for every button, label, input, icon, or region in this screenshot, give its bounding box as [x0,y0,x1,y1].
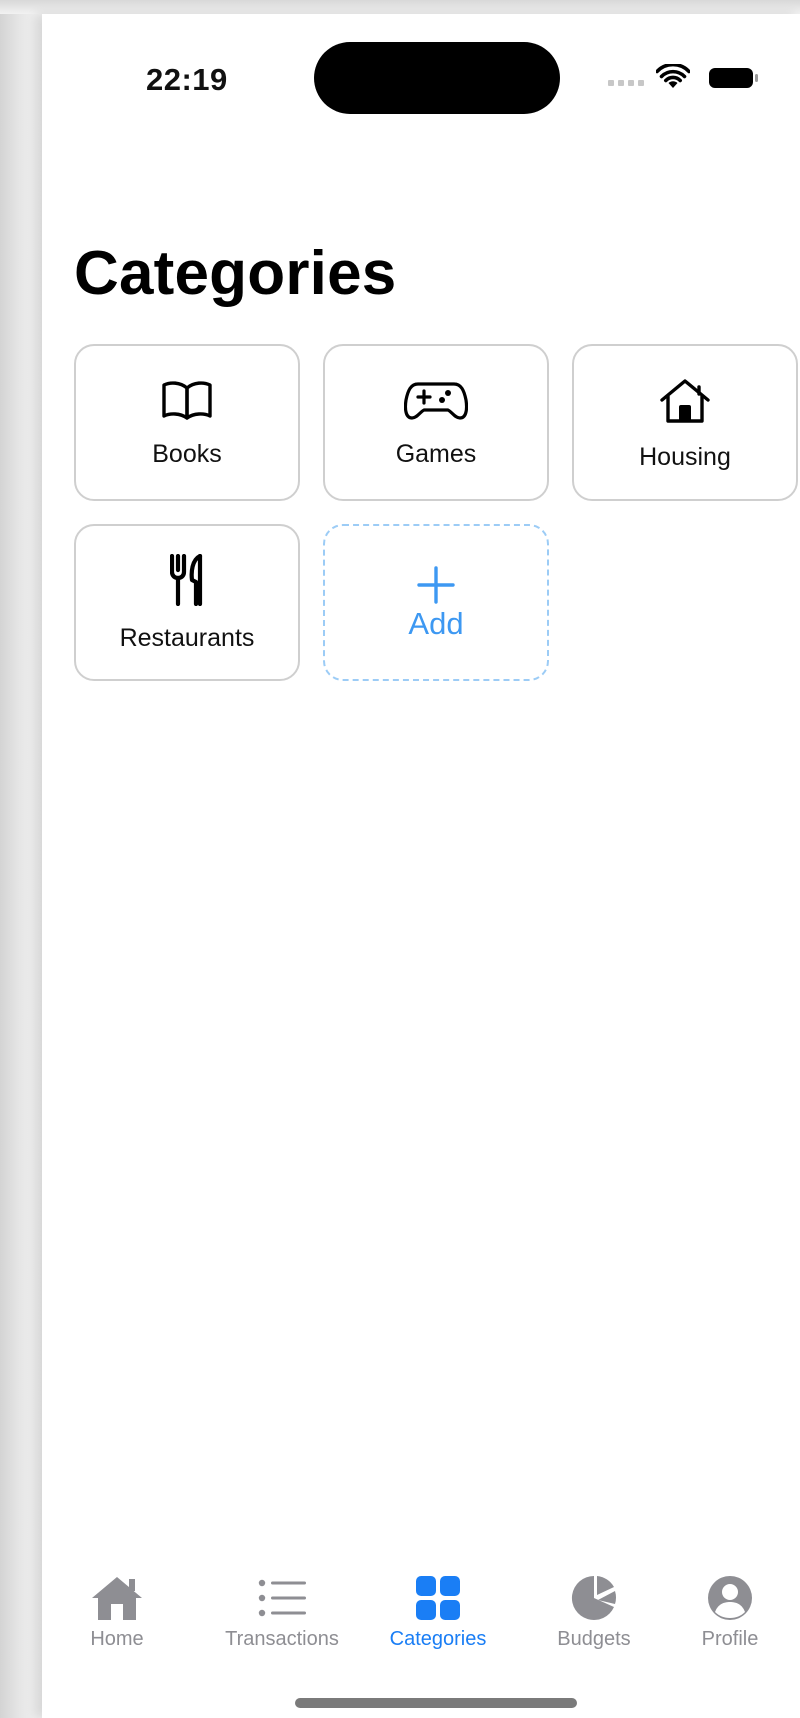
category-label-housing: Housing [639,443,731,471]
category-tile-games[interactable]: Games [323,344,549,501]
wifi-icon [656,64,690,88]
list-bullet-icon [258,1579,306,1617]
tab-budgets-label: Budgets [557,1628,631,1650]
battery-icon [709,68,758,88]
tab-home[interactable]: Home [42,1574,192,1651]
person-circle-icon [708,1576,752,1620]
cellular-signal-icon [608,80,644,86]
tab-categories[interactable]: Categories [363,1574,513,1651]
tab-profile-label: Profile [701,1628,759,1650]
tab-transactions[interactable]: Transactions [202,1574,362,1651]
tab-budgets[interactable]: Budgets [519,1574,669,1651]
add-category-label: Add [408,606,464,641]
plus-icon [417,566,455,604]
tab-bar: Home Transactions Categories Budgets Pro… [42,1574,800,1674]
house-fill-icon [92,1577,142,1620]
tab-categories-label: Categories [389,1628,487,1650]
category-tile-books[interactable]: Books [74,344,300,501]
tab-transactions-label: Transactions [225,1628,339,1650]
house-icon [660,379,710,423]
screenshot-backdrop-top [0,0,800,14]
add-category-button[interactable]: Add [323,524,549,681]
dynamic-island [314,42,560,114]
tab-home-label: Home [90,1628,144,1650]
category-tile-restaurants[interactable]: Restaurants [74,524,300,681]
category-label-restaurants: Restaurants [119,624,255,652]
page-title: Categories [74,239,397,308]
category-label-games: Games [395,440,477,468]
status-time: 22:19 [146,62,228,97]
tab-profile[interactable]: Profile [655,1574,800,1651]
fork-knife-icon [170,554,203,606]
category-label-books: Books [152,440,222,468]
phone-screen: 22:19 Categories Books Games Housing Res… [42,14,800,1718]
chart-pie-icon [571,1575,616,1620]
home-indicator [295,1698,577,1708]
gamecontroller-icon [404,382,468,420]
book-icon [162,381,212,420]
category-tile-housing[interactable]: Housing [572,344,798,501]
square-grid-icon [416,1576,460,1620]
